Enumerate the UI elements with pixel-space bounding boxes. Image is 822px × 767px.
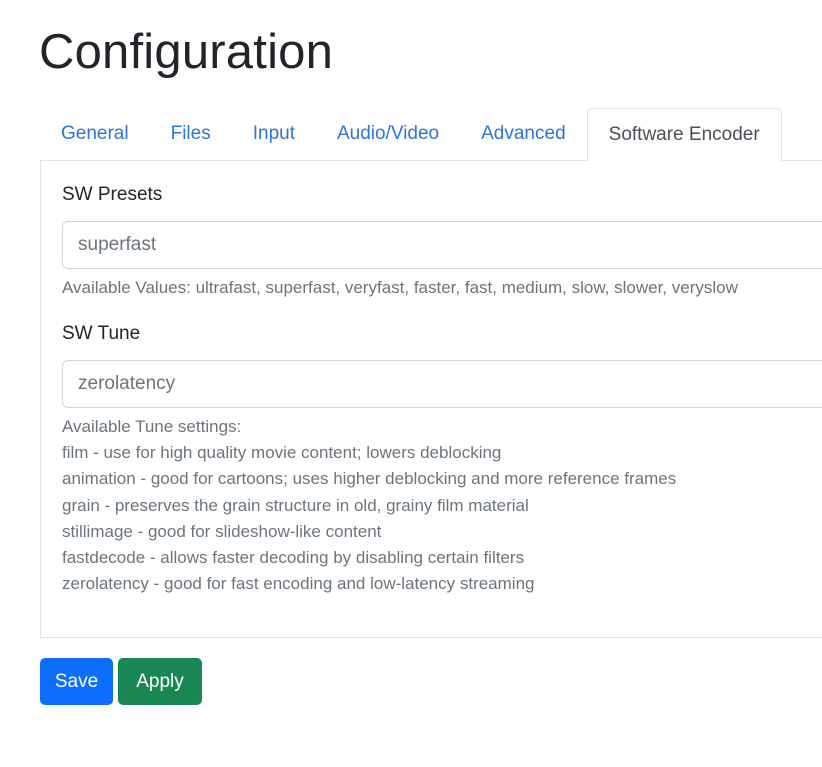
sw-tune-help-line: grain - preserves the grain structure in… <box>62 495 529 515</box>
sw-tune-help-line: Available Tune settings: <box>62 417 242 436</box>
tab-bar: General Files Input Audio/Video Advanced… <box>40 108 822 161</box>
save-button[interactable]: Save <box>40 658 113 705</box>
tab-software-encoder[interactable]: Software Encoder <box>586 108 782 161</box>
sw-presets-input[interactable] <box>62 221 822 269</box>
sw-tune-label: SW Tune <box>62 323 141 344</box>
page-title: Configuration <box>39 25 334 79</box>
sw-presets-help: Available Values: ultrafast, superfast, … <box>62 278 738 297</box>
tab-audio-video[interactable]: Audio/Video <box>316 108 460 160</box>
software-encoder-panel: SW Presets Available Values: ultrafast, … <box>40 160 822 638</box>
sw-tune-help-line: zerolatency - good for fast encoding and… <box>62 574 535 594</box>
tab-advanced[interactable]: Advanced <box>460 108 587 160</box>
tab-files[interactable]: Files <box>150 108 232 160</box>
sw-tune-input[interactable] <box>62 360 822 408</box>
sw-tune-help-line: stillimage - good for slideshow-like con… <box>62 521 382 541</box>
tab-general[interactable]: General <box>40 108 150 160</box>
sw-tune-help-line: fastdecode - allows faster decoding by d… <box>62 548 525 568</box>
sw-tune-help-line: film - use for high quality movie conten… <box>62 443 502 463</box>
sw-tune-help-line: animation - good for cartoons; uses high… <box>62 469 677 489</box>
tab-input[interactable]: Input <box>232 108 316 160</box>
apply-button[interactable]: Apply <box>118 658 202 705</box>
sw-presets-label: SW Presets <box>62 184 163 205</box>
sw-tune-help: Available Tune settings: film - use for … <box>62 414 676 597</box>
